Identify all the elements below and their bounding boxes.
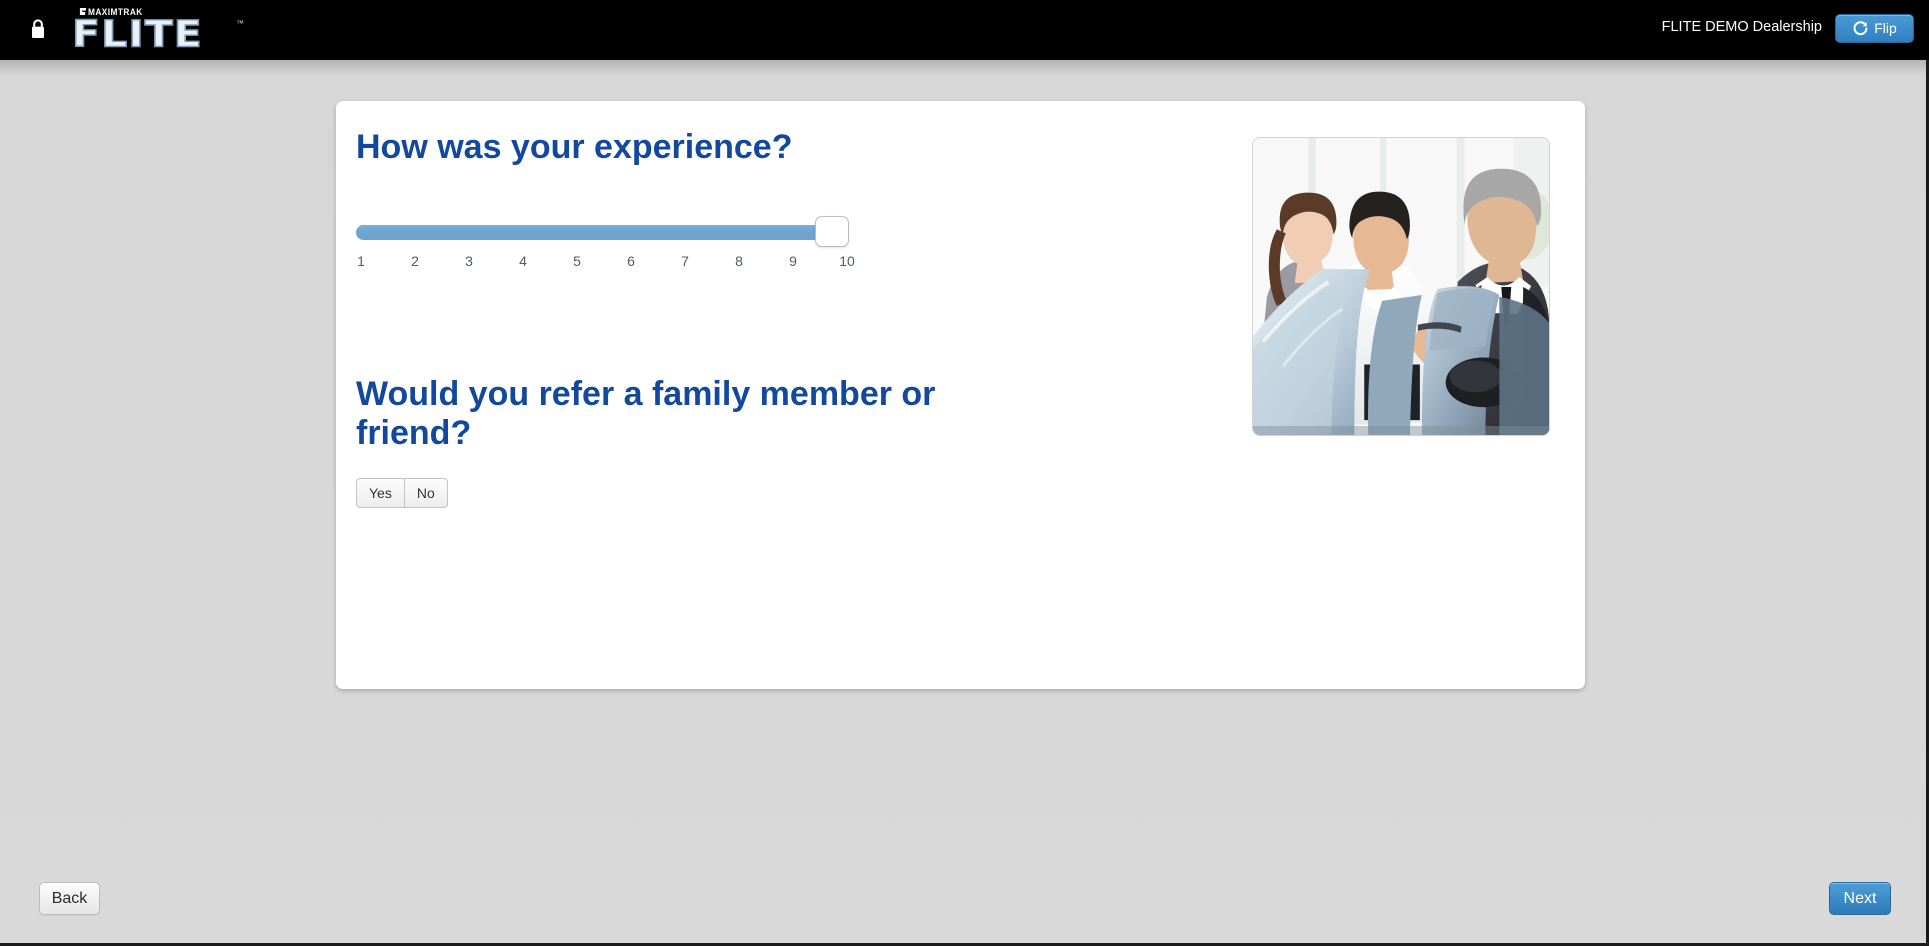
page-body: How was your experience? 1 2 3 4 5 6 7 8…: [0, 60, 1929, 946]
question-1-title: How was your experience?: [356, 128, 793, 166]
rating-tick: 2: [411, 253, 419, 269]
dealership-name: FLITE DEMO Dealership: [1661, 19, 1822, 35]
back-button[interactable]: Back: [39, 882, 100, 915]
rating-tick: 1: [357, 253, 365, 269]
dealership-photo: [1252, 137, 1550, 436]
referral-button-group: Yes No: [356, 478, 448, 508]
rating-tick: 3: [465, 253, 473, 269]
rating-tick: 4: [519, 253, 527, 269]
slider-handle[interactable]: [815, 216, 849, 247]
trademark-symbol: ™: [236, 19, 244, 28]
question-2-title: Would you refer a family member or frien…: [356, 375, 936, 452]
rating-scale-ticks: 1 2 3 4 5 6 7 8 9 10: [349, 253, 859, 269]
rating-tick: 5: [573, 253, 581, 269]
top-header-bar: MAXIMTRAK FLITE ™ FLITE DEMO Dealership …: [0, 0, 1929, 60]
rating-tick: 6: [627, 253, 635, 269]
flip-button-label: Flip: [1874, 20, 1897, 36]
flite-logo: MAXIMTRAK FLITE ™: [71, 7, 244, 55]
referral-no-button[interactable]: No: [404, 478, 448, 508]
next-button[interactable]: Next: [1829, 882, 1891, 915]
flite-wordmark: FLITE: [71, 13, 203, 55]
rating-tick: 10: [839, 253, 855, 269]
rating-tick: 8: [735, 253, 743, 269]
flip-button[interactable]: Flip: [1835, 14, 1914, 43]
slider-fill: [356, 225, 826, 240]
application-root: MAXIMTRAK FLITE ™ FLITE DEMO Dealership …: [0, 0, 1929, 946]
experience-rating-slider[interactable]: [356, 216, 849, 247]
rating-tick: 7: [681, 253, 689, 269]
survey-card: How was your experience? 1 2 3 4 5 6 7 8…: [336, 101, 1585, 689]
refresh-icon: [1852, 20, 1869, 37]
rating-tick: 9: [789, 253, 797, 269]
lock-icon: [30, 18, 46, 40]
referral-yes-button[interactable]: Yes: [356, 478, 405, 508]
